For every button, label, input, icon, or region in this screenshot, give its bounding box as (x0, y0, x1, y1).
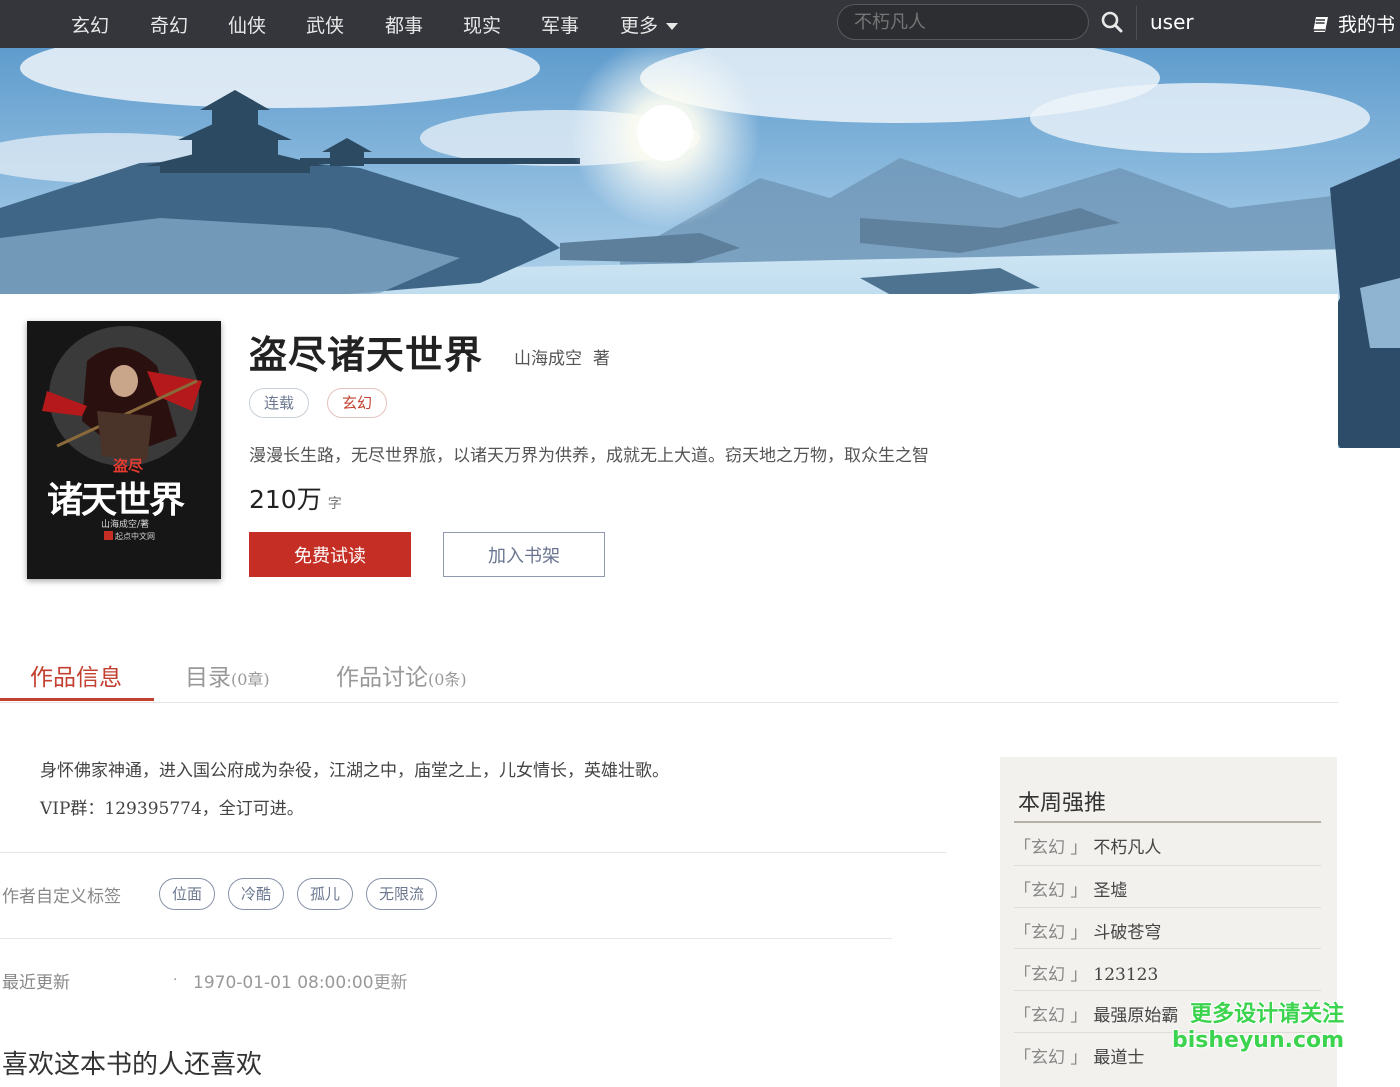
custom-tag[interactable]: 无限流 (366, 878, 438, 910)
tab-work-info[interactable]: 作品信息 (30, 658, 122, 692)
status-badge: 连载 (249, 388, 310, 418)
cover-publisher: 起点中文网 (115, 532, 155, 541)
nav-more-label: 更多 (620, 15, 659, 37)
custom-tag[interactable]: 孤儿 (297, 878, 354, 910)
description-line-1: 身怀佛家神通，进入国公府成为杂役，江湖之中，庙堂之上，儿女情长，英雄壮歌。 (40, 761, 669, 781)
search-icon[interactable] (1101, 11, 1123, 33)
weekly-recommend-title: 本周强推 (1018, 791, 1107, 816)
book-cover[interactable]: 盗尽 诸天世界 山海成空/著 起点中文网 (27, 321, 221, 579)
cover-author: 山海成空/著 (101, 520, 150, 530)
list-divider (1014, 948, 1321, 949)
recommend-item-genre: 「玄幻 」 (1014, 838, 1088, 858)
recommend-item-name: 123123 (1093, 965, 1159, 985)
recommend-item[interactable]: 「玄幻 」不朽凡人 (1014, 833, 1321, 858)
my-bookshelf-link[interactable]: 我的书 (1312, 10, 1395, 37)
last-update-label: 最近更新 (2, 973, 70, 993)
tab-catalog-label: 目录 (185, 665, 231, 691)
nav-item-xuanhuan[interactable]: 玄幻 (71, 11, 109, 38)
also-like-heading: 喜欢这本书的人还喜欢 (2, 1050, 263, 1080)
recommend-item-genre: 「玄幻 」 (1014, 923, 1088, 943)
recommend-item-genre: 「玄幻 」 (1014, 881, 1088, 901)
word-count: 210万字 (249, 480, 342, 516)
nav-more-dropdown[interactable]: 更多 (620, 11, 679, 38)
book-author[interactable]: 山海成空 著 (514, 344, 610, 369)
section-divider (0, 852, 946, 853)
recommend-item-name: 斗破苍穹 (1093, 923, 1162, 943)
genre-badge[interactable]: 玄幻 (327, 388, 388, 418)
custom-tags-label: 作者自定义标签 (2, 887, 121, 907)
book-intro: 漫漫长生路，无尽世界旅，以诸天万界为供养，成就无上大道。窃天地之万物，取众生之智 (249, 446, 929, 466)
tab-catalog-suffix: (0章) (231, 670, 270, 689)
recommend-item[interactable]: 「玄幻 」斗破苍穹 (1014, 918, 1321, 943)
nav-item-xianshi[interactable]: 现实 (463, 11, 501, 38)
book-info-card: 盗尽 诸天世界 山海成空/著 起点中文网 盗尽诸天世界 山海成空 著 连载 玄幻… (0, 294, 1338, 610)
nav-item-qihuan[interactable]: 奇幻 (150, 11, 188, 38)
last-update-datetime: 1970-01-01 08:00:00 (193, 973, 374, 993)
recommend-item-name: 最道士 (1093, 1048, 1145, 1068)
recommend-item-name: 不朽凡人 (1093, 838, 1162, 858)
word-count-value: 210万 (249, 485, 322, 514)
tab-discussion[interactable]: 作品讨论(0条) (336, 658, 467, 692)
detail-tabs: 作品信息 目录(0章) 作品讨论(0条) (0, 650, 1338, 703)
recommend-item-name: 最强原始霸 (1093, 1006, 1179, 1026)
my-bookshelf-label: 我的书 (1338, 14, 1396, 36)
recommend-item-genre: 「玄幻 」 (1014, 1006, 1088, 1026)
author-suffix: 著 (592, 349, 610, 369)
book-title: 盗尽诸天世界 (249, 332, 484, 377)
tab-discussion-label: 作品讨论 (336, 665, 428, 691)
custom-tag[interactable]: 位面 (159, 878, 216, 910)
list-divider (1014, 990, 1321, 991)
section-divider (0, 938, 892, 939)
watermark-line-1: 更多设计请关注 (1190, 1002, 1345, 1027)
cover-big-title: 诸天世界 (47, 479, 185, 521)
recommend-item[interactable]: 「玄幻 」 123123 (1014, 960, 1321, 985)
tab-discussion-suffix: (0条) (428, 670, 467, 689)
title-underline (1014, 821, 1321, 823)
list-divider (1014, 907, 1321, 908)
last-update-suffix: 更新 (373, 973, 408, 993)
author-name: 山海成空 (514, 349, 582, 369)
free-read-button[interactable]: 免费试读 (249, 532, 411, 577)
tab-work-info-label: 作品信息 (30, 665, 122, 691)
nav-divider (1136, 6, 1137, 40)
nav-item-junshi[interactable]: 军事 (541, 11, 579, 38)
chevron-down-icon (666, 23, 679, 30)
list-divider (1014, 865, 1321, 866)
search-input[interactable] (837, 4, 1089, 40)
site-watermark: 更多设计请关注 bisheyun.com (1172, 996, 1344, 1053)
word-count-unit: 字 (327, 496, 342, 512)
cover-seal (104, 531, 113, 540)
recommend-item-genre: 「玄幻 」 (1014, 965, 1088, 985)
recommend-item-genre: 「玄幻 」 (1014, 1048, 1088, 1068)
last-update-dot: · (173, 972, 178, 988)
custom-tag[interactable]: 冷酷 (228, 878, 285, 910)
top-navigation: 玄幻 奇幻 仙侠 武侠 都事 现实 军事 更多 user 我的书 (0, 0, 1400, 48)
recommend-item-name: 圣墟 (1093, 881, 1128, 901)
nav-item-wuxia[interactable]: 武侠 (306, 11, 344, 38)
book-icon (1312, 17, 1328, 33)
nav-item-xianxia[interactable]: 仙侠 (228, 11, 266, 38)
tab-catalog[interactable]: 目录(0章) (185, 658, 270, 692)
recommend-item[interactable]: 「玄幻 」圣墟 (1014, 876, 1321, 901)
last-update-time: 1970-01-01 08:00:00更新 (193, 968, 408, 993)
nav-item-dushi[interactable]: 都事 (385, 11, 423, 38)
user-menu[interactable]: user (1150, 10, 1194, 34)
active-tab-indicator (0, 698, 154, 701)
description-line-2: VIP群：129395774，全订可进。 (40, 799, 304, 819)
watermark-line-2: bisheyun.com (1172, 1028, 1345, 1053)
add-to-bookshelf-button[interactable]: 加入书架 (443, 532, 605, 577)
